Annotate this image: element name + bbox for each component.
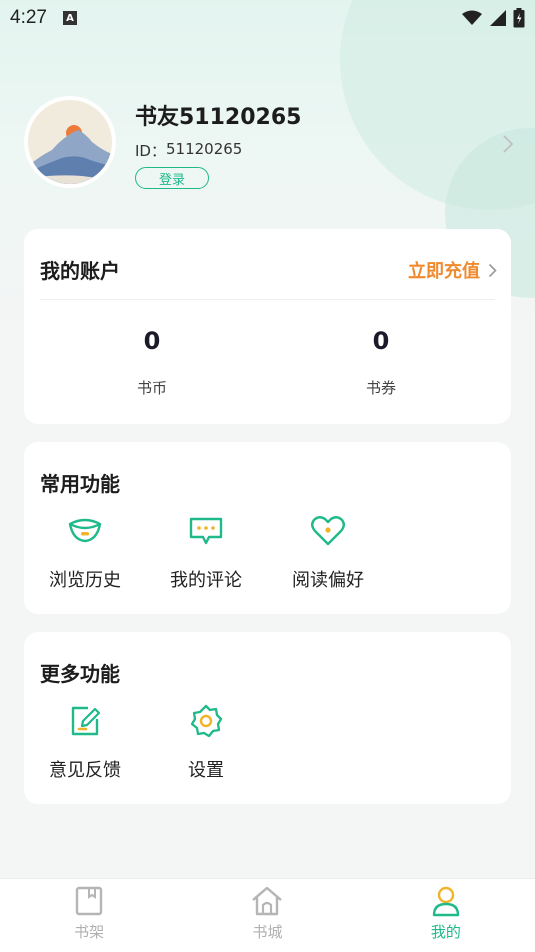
user-id-value: 51120265 — [165, 140, 243, 158]
tab-bookshelf-label: 书架 — [74, 923, 105, 941]
person-icon — [432, 886, 460, 917]
settings-label: 设置 — [188, 760, 224, 781]
status-time: 4:27 — [10, 7, 47, 28]
bookshelf-icon — [75, 886, 103, 916]
cellular-signal-icon — [490, 10, 506, 26]
coin-value: 0 — [143, 327, 161, 355]
bottom-tab-bar: 书架 书城 我的 — [0, 878, 535, 952]
profile-section[interactable]: 书友51120265 ID： 51120265 登录 — [24, 96, 514, 196]
feedback-label: 意见反馈 — [49, 760, 121, 781]
reading-preference-item[interactable]: 阅读偏好 — [278, 514, 378, 592]
browse-history-label: 浏览历史 — [49, 570, 121, 591]
more-functions-card: 更多功能 意见反馈 设置 — [24, 632, 511, 804]
reading-preference-label: 阅读偏好 — [292, 570, 364, 591]
feedback-edit-icon — [35, 704, 135, 738]
username: 书友51120265 — [135, 105, 302, 130]
coin-label: 书币 — [136, 379, 167, 397]
notification-icon: A — [62, 11, 77, 25]
battery-icon — [513, 8, 525, 28]
avatar[interactable] — [24, 96, 116, 188]
gear-icon — [156, 704, 256, 738]
chevron-right-icon — [488, 263, 497, 277]
comment-icon — [156, 514, 256, 548]
tab-mine-label: 我的 — [430, 923, 461, 941]
chevron-right-icon[interactable] — [502, 134, 514, 160]
account-card: 我的账户 立即充值 0 书币 0 书券 — [24, 229, 511, 424]
common-functions-title: 常用功能 — [40, 472, 120, 496]
avatar-image — [28, 100, 112, 184]
tab-bookshelf[interactable]: 书架 — [0, 879, 178, 952]
my-comments-label: 我的评论 — [170, 570, 242, 591]
divider — [40, 299, 495, 300]
browse-history-item[interactable]: 浏览历史 — [35, 514, 135, 592]
tab-bookstore-label: 书城 — [252, 923, 283, 941]
home-icon — [252, 886, 283, 916]
more-functions-title: 更多功能 — [40, 662, 120, 686]
user-id: ID： 51120265 — [135, 140, 242, 161]
recharge-link[interactable]: 立即充值 — [408, 257, 497, 283]
voucher-label: 书券 — [365, 379, 396, 397]
feedback-item[interactable]: 意见反馈 — [35, 704, 135, 782]
settings-item[interactable]: 设置 — [156, 704, 256, 782]
recharge-label: 立即充值 — [408, 261, 480, 282]
login-button[interactable]: 登录 — [135, 167, 209, 189]
voucher-stat[interactable]: 0 书券 — [331, 327, 431, 398]
status-icons — [461, 8, 525, 28]
coin-stat[interactable]: 0 书币 — [102, 327, 202, 398]
status-bar: 4:27 A — [0, 0, 535, 36]
common-functions-card: 常用功能 浏览历史 我的评论 阅读偏好 — [24, 442, 511, 614]
account-title: 我的账户 — [40, 259, 120, 283]
heart-icon — [278, 514, 378, 548]
my-comments-item[interactable]: 我的评论 — [156, 514, 256, 592]
eye-icon — [35, 514, 135, 548]
tab-bookstore[interactable]: 书城 — [178, 879, 356, 952]
tab-mine[interactable]: 我的 — [357, 879, 535, 952]
voucher-value: 0 — [372, 327, 390, 355]
user-id-label: ID： — [135, 142, 166, 160]
wifi-icon — [462, 10, 482, 25]
